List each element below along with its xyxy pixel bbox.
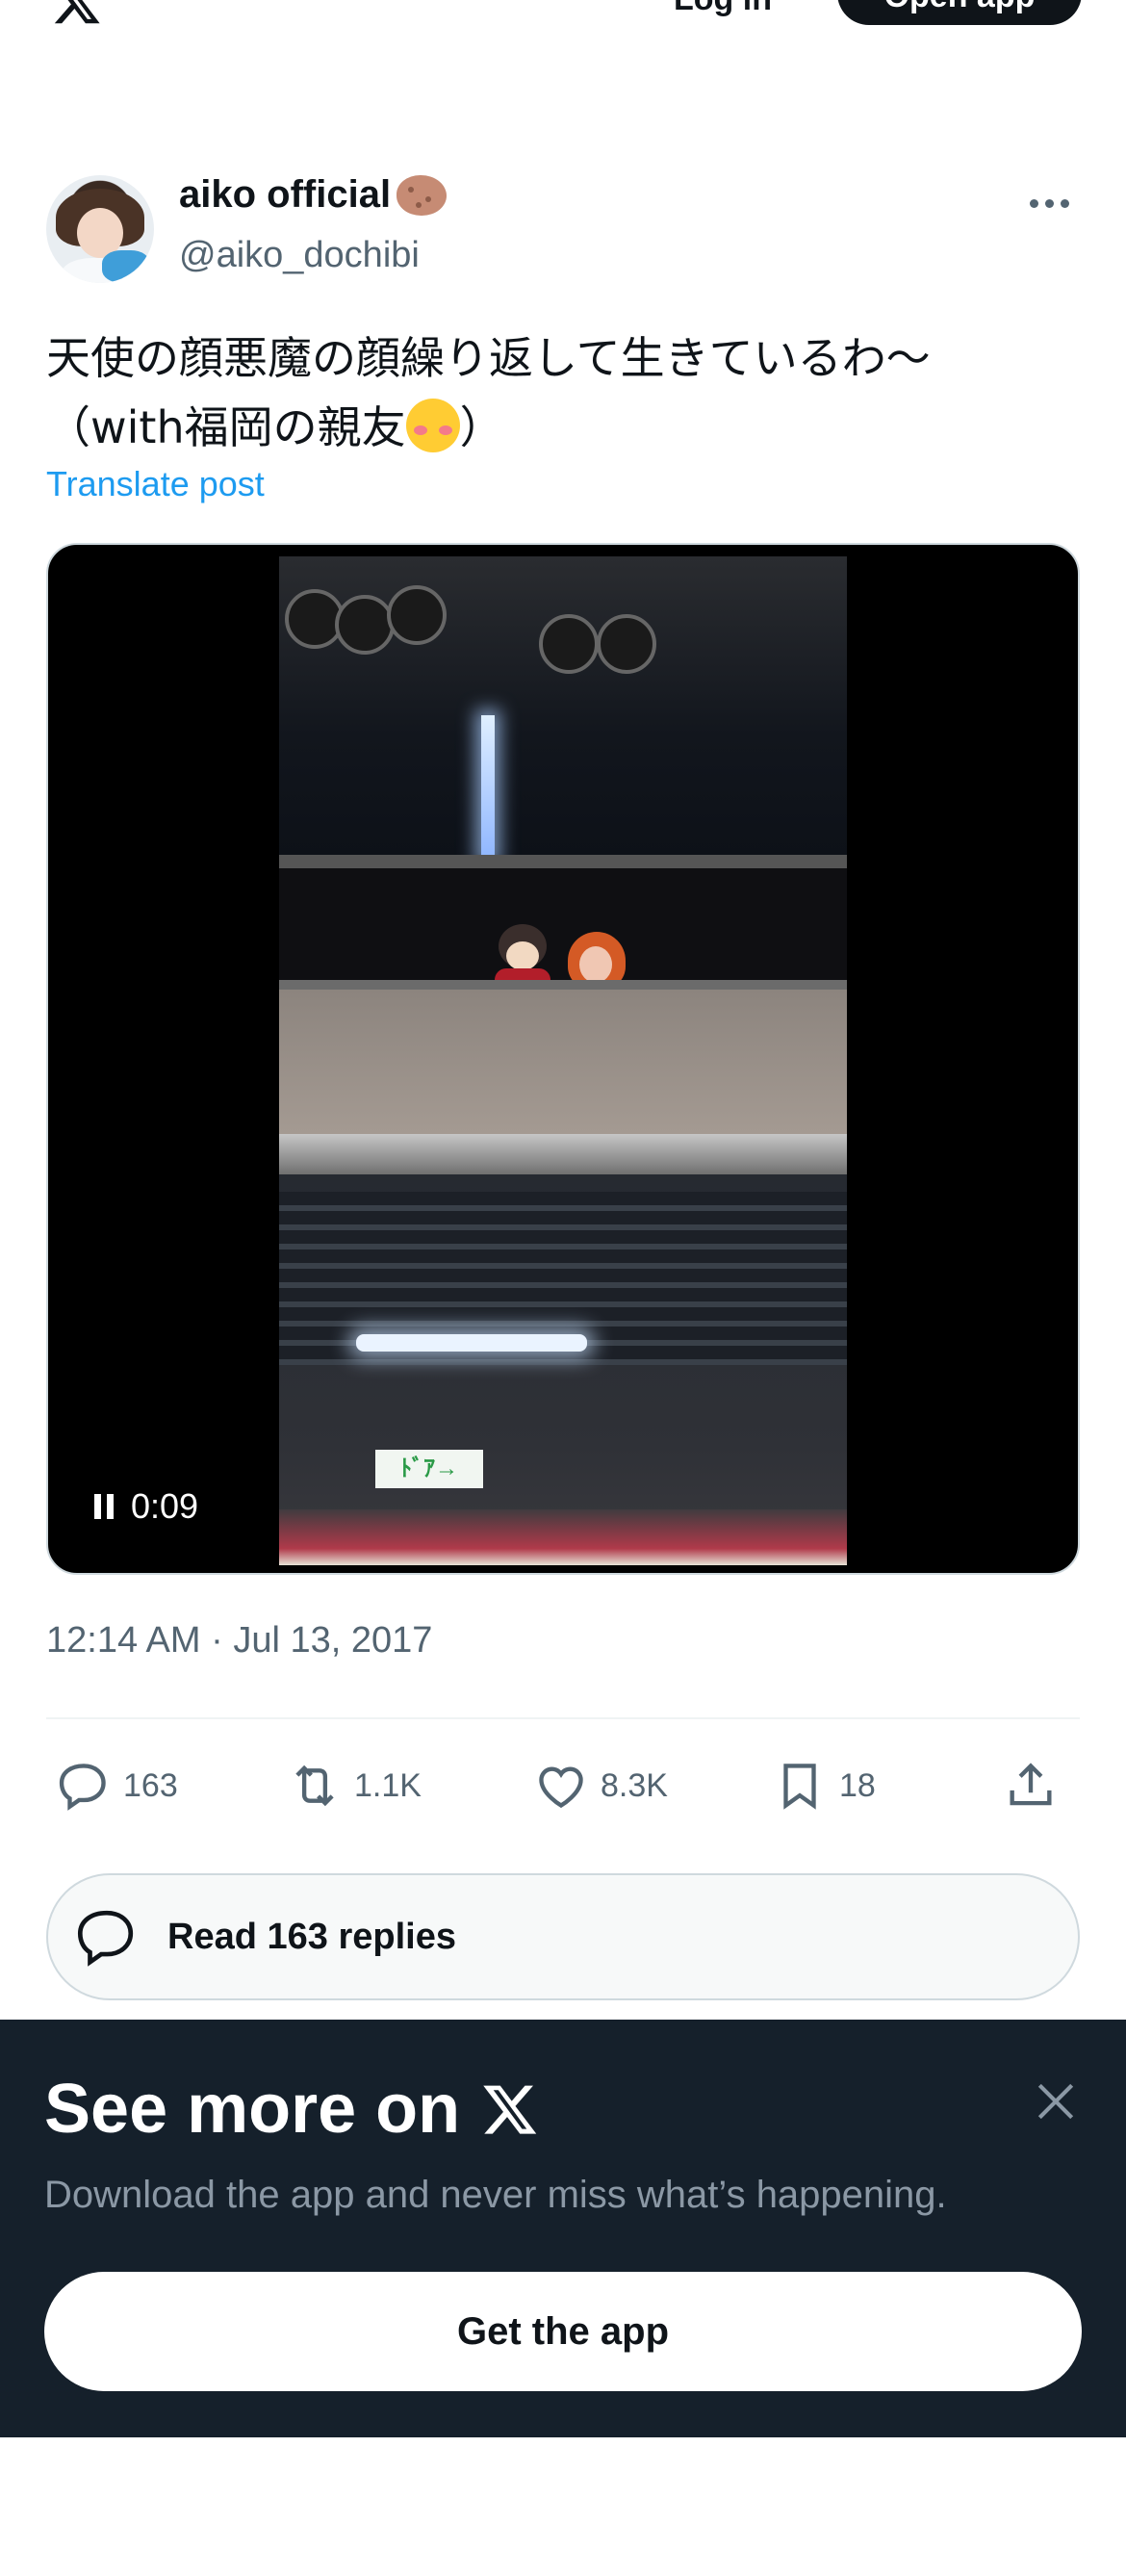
- bookmark-icon: [783, 1764, 816, 1810]
- author-name[interactable]: aiko official: [179, 173, 391, 217]
- login-link[interactable]: Log in: [674, 0, 772, 18]
- like-button[interactable]: 8.3K: [533, 1752, 668, 1819]
- bookmark-button[interactable]: 18: [772, 1752, 876, 1819]
- post-text: 天使の顔悪魔の顔繰り返して生きているわ〜 （with福岡の親友）: [46, 323, 1086, 462]
- blush-emoji-icon: [405, 399, 460, 452]
- bookmark-count: 18: [839, 1766, 876, 1804]
- action-bar: 163 1.1K 8.3K 18: [46, 1752, 1080, 1819]
- share-button[interactable]: [1003, 1752, 1059, 1819]
- sheet-subtitle: Download the app and never miss what’s h…: [44, 2174, 947, 2216]
- author-handle[interactable]: @aiko_dochibi: [179, 235, 420, 276]
- video-time: 0:09: [131, 1486, 199, 1526]
- get-app-button[interactable]: Get the app: [44, 2272, 1082, 2391]
- more-options-icon[interactable]: [1030, 189, 1080, 218]
- read-replies-label: Read 163 replies: [167, 1916, 456, 1957]
- translate-post-link[interactable]: Translate post: [46, 464, 265, 504]
- author-name-row[interactable]: aiko official: [179, 173, 448, 217]
- heart-icon: [539, 1766, 583, 1809]
- sheet-title: See more on: [44, 2070, 541, 2149]
- reply-icon: [59, 1764, 106, 1811]
- pause-icon[interactable]: [94, 1494, 114, 1519]
- reply-bubble-icon: [77, 1910, 134, 1967]
- top-bar: Log in Open app: [0, 0, 1126, 39]
- video-player[interactable]: ﾄﾞｱ→ 0:09: [46, 543, 1080, 1575]
- read-replies-button[interactable]: Read 163 replies: [46, 1873, 1080, 2000]
- reply-count: 163: [123, 1766, 178, 1804]
- potato-emoji-icon: [397, 174, 448, 216]
- video-frame: ﾄﾞｱ→: [279, 556, 847, 1565]
- divider: [46, 1717, 1080, 1719]
- post-text-line-2: （with福岡の親友）: [46, 393, 1086, 462]
- repost-count: 1.1K: [354, 1766, 422, 1804]
- video-controls[interactable]: 0:09: [94, 1486, 198, 1527]
- like-count: 8.3K: [601, 1766, 668, 1804]
- x-logo-icon: [483, 2085, 537, 2134]
- x-logo-icon[interactable]: [46, 0, 108, 27]
- share-icon: [1010, 1763, 1052, 1806]
- exit-sign: ﾄﾞｱ→: [375, 1450, 483, 1488]
- reply-button[interactable]: 163: [56, 1752, 178, 1819]
- open-app-button[interactable]: Open app: [837, 0, 1082, 25]
- post-timestamp[interactable]: 12:14 AM · Jul 13, 2017: [46, 1620, 432, 1662]
- close-icon[interactable]: [1032, 2077, 1080, 2125]
- repost-icon: [295, 1765, 334, 1807]
- avatar[interactable]: [46, 175, 154, 283]
- repost-button[interactable]: 1.1K: [287, 1752, 422, 1819]
- post-text-line-1: 天使の顔悪魔の顔繰り返して生きているわ〜: [46, 332, 931, 384]
- app-promo-sheet: See more on Download the app and never m…: [0, 2020, 1126, 2437]
